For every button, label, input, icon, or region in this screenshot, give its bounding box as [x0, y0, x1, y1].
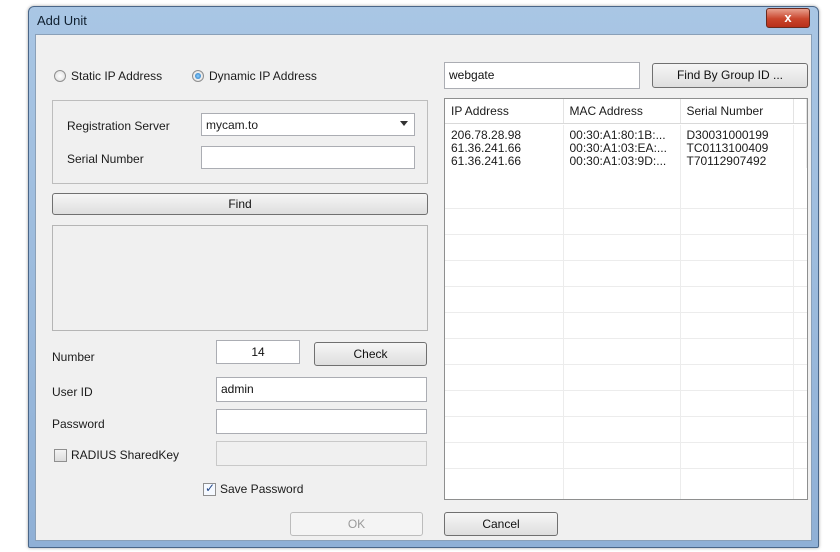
cell-serial: D30031000199	[680, 129, 794, 142]
chevron-down-icon	[400, 121, 408, 126]
cell-filler	[793, 129, 807, 142]
serial-number-input[interactable]	[201, 146, 415, 169]
cell-ip: 61.36.241.66	[445, 155, 564, 168]
title-bar[interactable]: Add Unit x	[29, 7, 818, 33]
ok-button[interactable]: OK	[290, 512, 423, 536]
registration-group: Registration Server mycam.to Serial Numb…	[52, 100, 428, 184]
user-id-input[interactable]: admin	[216, 377, 427, 402]
password-input[interactable]	[216, 409, 427, 434]
close-button[interactable]: x	[766, 8, 810, 28]
static-ip-label: Static IP Address	[71, 69, 163, 83]
save-password-checkbox[interactable]	[203, 481, 216, 496]
results-table: IP Address MAC Address Serial Number 206…	[445, 99, 807, 168]
registration-server-label: Registration Server	[67, 119, 170, 133]
radius-sharedkey-checkbox[interactable]	[54, 449, 67, 462]
cell-ip: 206.78.28.98	[445, 129, 564, 142]
results-header-row: IP Address MAC Address Serial Number	[445, 99, 807, 124]
number-input[interactable]: 14	[216, 340, 300, 364]
registration-server-select[interactable]: mycam.to	[201, 113, 415, 136]
cell-mac: 00:30:A1:03:9D:...	[563, 155, 681, 168]
password-label: Password	[52, 417, 105, 431]
window-title: Add Unit	[37, 13, 87, 28]
cell-mac: 00:30:A1:03:EA:...	[563, 142, 681, 155]
user-id-label: User ID	[52, 385, 93, 399]
add-unit-dialog: Add Unit x Static IP Address Dynamic IP …	[28, 6, 819, 548]
save-password-label: Save Password	[220, 482, 304, 496]
cell-mac: 00:30:A1:80:1B:...	[563, 129, 681, 142]
dynamic-ip-label: Dynamic IP Address	[209, 69, 317, 83]
column-header-mac[interactable]: MAC Address	[563, 99, 681, 124]
static-ip-radio[interactable]	[54, 70, 66, 82]
cell-serial: T70112907492	[680, 155, 794, 168]
results-list[interactable]: IP Address MAC Address Serial Number 206…	[444, 98, 808, 500]
table-row[interactable]: 61.36.241.66 00:30:A1:03:EA:... TC011310…	[445, 142, 807, 155]
find-by-group-id-button[interactable]: Find By Group ID ...	[652, 63, 808, 88]
group-id-input[interactable]: webgate	[444, 62, 640, 89]
find-button[interactable]: Find	[52, 193, 428, 215]
dialog-body: Static IP Address Dynamic IP Address Reg…	[35, 34, 812, 541]
column-header-filler	[793, 99, 807, 124]
column-header-ip[interactable]: IP Address	[445, 99, 564, 124]
check-button[interactable]: Check	[314, 342, 427, 366]
close-icon: x	[784, 10, 792, 25]
cell-serial: TC0113100409	[680, 142, 794, 155]
serial-number-label: Serial Number	[67, 152, 144, 166]
radius-sharedkey-input	[216, 441, 427, 466]
cell-ip: 61.36.241.66	[445, 142, 564, 155]
column-header-serial[interactable]: Serial Number	[680, 99, 794, 124]
cell-filler	[793, 142, 807, 155]
radius-sharedkey-label: RADIUS SharedKey	[71, 448, 180, 462]
registration-server-value: mycam.to	[206, 118, 259, 132]
number-label: Number	[52, 350, 95, 364]
cell-filler	[793, 155, 807, 168]
table-row[interactable]: 61.36.241.66 00:30:A1:03:9D:... T7011290…	[445, 155, 807, 168]
dynamic-ip-radio[interactable]	[192, 70, 204, 82]
table-row[interactable]: 206.78.28.98 00:30:A1:80:1B:... D3003100…	[445, 129, 807, 142]
result-panel	[52, 225, 428, 331]
cancel-button[interactable]: Cancel	[444, 512, 558, 536]
